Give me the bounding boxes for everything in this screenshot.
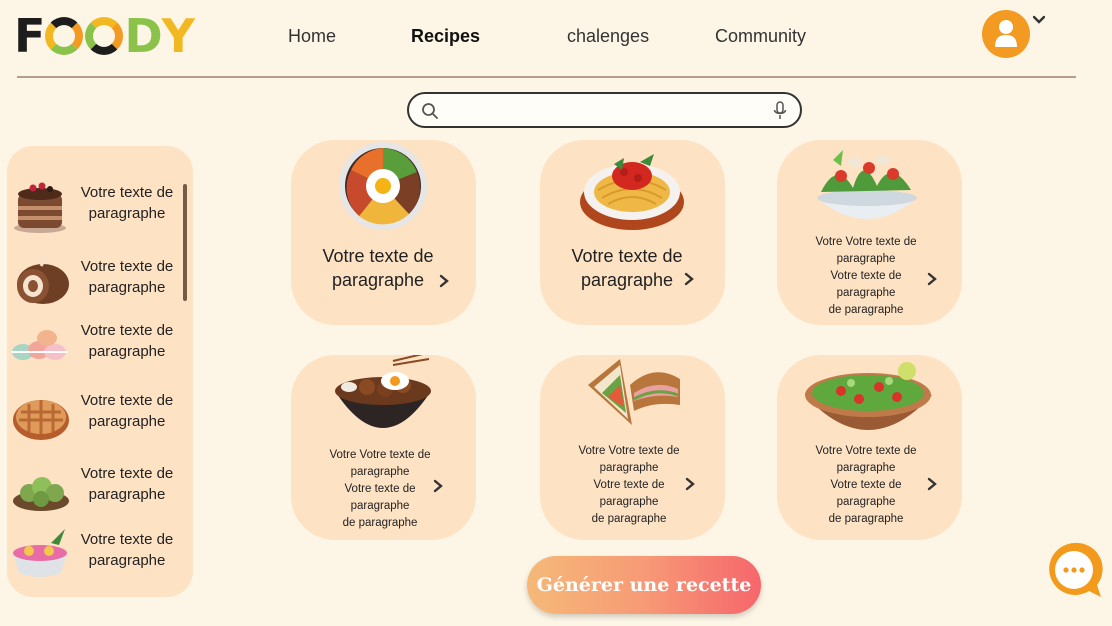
logo-letter-f: F	[14, 9, 45, 63]
chevron-right-icon	[684, 272, 694, 286]
chevron-down-icon[interactable]	[1033, 14, 1045, 26]
sidebar-item-label: Votre texte de paragraphe	[80, 392, 174, 430]
recipe-card-title: Votre Votre texte de paragraphe Votre te…	[815, 445, 917, 525]
sidebar-item-roll[interactable]: Votre texte de paragraphe	[7, 246, 187, 310]
recipe-card[interactable]: Votre Votre texte de paragraphe Votre te…	[777, 355, 962, 540]
chevron-right-icon	[927, 477, 937, 491]
chat-bubble-icon[interactable]	[1045, 541, 1103, 599]
recipe-card-title: Votre Votre texte de paragraphe Votre te…	[815, 236, 917, 316]
sidebar-item-dumplings[interactable]: Votre texte de paragraphe	[7, 453, 187, 517]
chevron-right-icon	[685, 477, 695, 491]
chevron-right-icon	[927, 272, 937, 286]
recipe-card[interactable]: Votre texte de paragraphe	[540, 140, 725, 325]
search-icon	[422, 103, 438, 119]
sandwich-icon	[588, 359, 680, 425]
macarons-icon	[12, 330, 68, 360]
nav-challenges[interactable]: chalenges	[567, 26, 649, 47]
logo-ring-2	[85, 17, 124, 55]
header-divider	[17, 76, 1076, 78]
bibimbap-icon	[339, 142, 427, 230]
recipe-card[interactable]: Votre Votre texte de paragraphe Votre te…	[291, 355, 476, 540]
nav-community[interactable]: Community	[715, 26, 806, 47]
search-bar[interactable]	[407, 92, 802, 128]
logo-ring-1	[45, 17, 84, 55]
recipe-card-title: Votre texte de paragraphe	[571, 246, 683, 290]
recipe-card-title: Votre texte de paragraphe	[322, 246, 434, 290]
rice-bowl-icon	[335, 355, 431, 428]
sidebar-item-pie[interactable]: Votre texte de paragraphe	[7, 380, 187, 444]
user-icon	[995, 20, 1017, 47]
sidebar-scrollbar[interactable]	[183, 184, 187, 301]
category-sidebar[interactable]: Votre texte de paragraphe Votre texte de…	[7, 146, 193, 597]
recipe-card[interactable]: Votre texte de paragraphe	[291, 140, 476, 325]
chevron-right-icon	[433, 479, 443, 493]
nav-home[interactable]: Home	[288, 26, 336, 47]
sidebar-item-label: Votre texte de paragraphe	[80, 465, 174, 503]
green-dumplings-icon	[13, 477, 69, 511]
sidebar-item-label: Votre texte de paragraphe	[80, 258, 174, 296]
salad-icon	[817, 150, 917, 219]
swiss-roll-icon	[17, 255, 69, 304]
recipe-card[interactable]: Votre Votre texte de paragraphe Votre te…	[540, 355, 725, 540]
vegetable-salad-icon	[805, 362, 932, 430]
dessert-bowl-icon	[13, 529, 67, 577]
sidebar-item-cake[interactable]: Votre texte de paragraphe	[7, 172, 187, 236]
nav-recipes[interactable]: Recipes	[411, 26, 480, 47]
search-input[interactable]	[449, 98, 759, 122]
logo-letter-y: Y	[161, 9, 195, 63]
sidebar-item-label: Votre texte de paragraphe	[80, 531, 174, 569]
sidebar-item-label: Votre texte de paragraphe	[80, 322, 174, 360]
spaghetti-icon	[580, 154, 684, 230]
user-avatar[interactable]	[982, 10, 1030, 58]
sidebar-item-macarons[interactable]: Votre texte de paragraphe	[7, 310, 187, 374]
recipe-card-title: Votre Votre texte de paragraphe Votre te…	[578, 445, 680, 525]
sidebar-item-label: Votre texte de paragraphe	[80, 184, 174, 222]
microphone-icon[interactable]	[772, 101, 788, 121]
generate-recipe-button[interactable]: Générer une recette	[527, 556, 761, 614]
sidebar-item-dessert-bowl[interactable]: Votre texte de paragraphe	[7, 519, 187, 583]
chevron-right-icon	[439, 274, 449, 288]
chocolate-cake-icon	[14, 182, 66, 233]
recipe-card[interactable]: Votre Votre texte de paragraphe Votre te…	[777, 140, 962, 325]
pie-icon	[13, 400, 69, 440]
foody-logo[interactable]: F D Y	[14, 9, 195, 63]
logo-letter-d: D	[124, 9, 162, 63]
